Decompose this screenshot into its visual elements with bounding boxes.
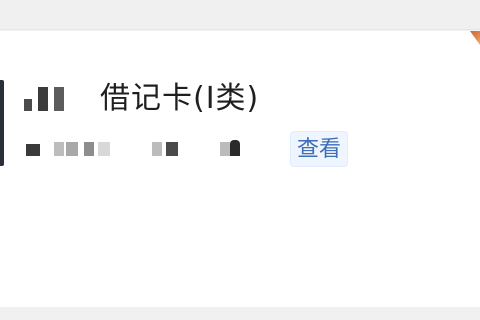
card-left-accent <box>0 80 4 166</box>
bottom-separator-area <box>0 307 480 320</box>
masked-digit <box>84 142 94 156</box>
masked-digit <box>26 144 40 156</box>
masked-digit <box>166 142 178 156</box>
divider <box>0 29 480 30</box>
top-separator-area <box>0 0 480 30</box>
bank-card-row[interactable] <box>0 31 480 307</box>
logo-block <box>54 87 64 111</box>
logo-block <box>38 87 48 111</box>
logo-block <box>24 99 32 111</box>
masked-digit <box>54 142 64 156</box>
masked-digit <box>230 140 240 156</box>
masked-digit <box>220 142 230 156</box>
bank-logo-icon <box>24 85 84 113</box>
masked-digit <box>98 142 110 156</box>
card-type-title: 借记卡(Ⅰ类) <box>100 81 260 116</box>
masked-digit <box>152 142 162 156</box>
masked-digit <box>66 142 78 156</box>
masked-card-number <box>24 138 264 160</box>
view-button[interactable]: 查看 <box>290 131 348 167</box>
